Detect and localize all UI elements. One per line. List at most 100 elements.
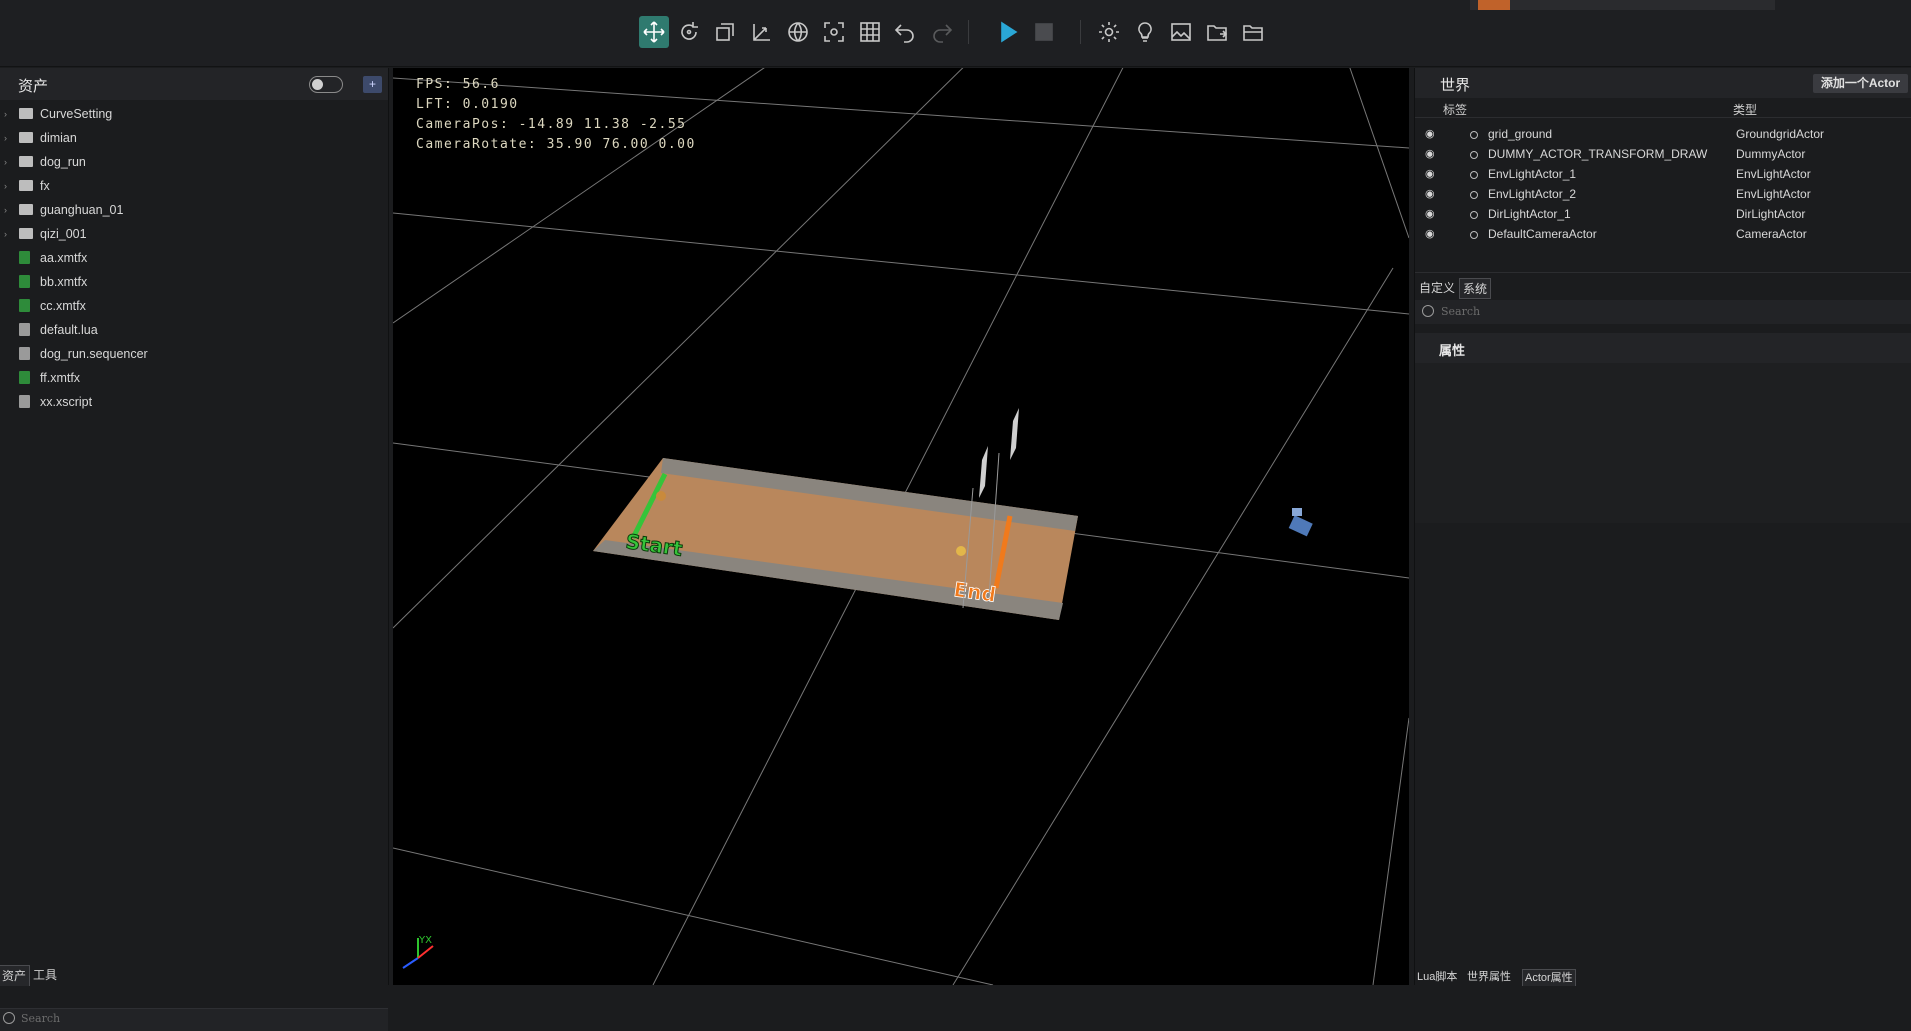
assets-header: 资产 +	[0, 68, 388, 100]
assets-toggle[interactable]	[309, 76, 343, 93]
col-tag[interactable]: 标签	[1443, 101, 1467, 118]
actor-type: EnvLightActor	[1736, 167, 1811, 181]
actor-dot-icon	[1470, 151, 1478, 159]
actor-type: GroundgridActor	[1736, 127, 1825, 141]
scene-viewport[interactable]: Start End YX FPS: 56.6 LFT: 0.0190 Camer…	[393, 68, 1409, 985]
actor-name: EnvLightActor_2	[1488, 187, 1577, 201]
play-icon[interactable]	[993, 16, 1023, 48]
globe-icon[interactable]	[783, 16, 813, 48]
property-search-placeholder: Search	[1441, 305, 1481, 318]
actor-type: EnvLightActor	[1736, 187, 1811, 201]
assets-panel: 资产 + › CurveSetting › dimian › dog_run › fx › gua…	[0, 68, 389, 1031]
move-icon[interactable]	[639, 16, 669, 48]
asset-label: dog_run	[40, 155, 86, 169]
actor-dot-icon	[1470, 211, 1478, 219]
actor-row[interactable]: ◉ DirLightActor_1 DirLightActor	[1415, 204, 1911, 224]
tab-lua-script[interactable]: Lua脚本	[1415, 969, 1459, 985]
asset-label: bb.xmtfx	[40, 275, 88, 289]
tab-world-properties[interactable]: 世界属性	[1465, 969, 1513, 985]
asset-folder[interactable]: › qizi_001	[0, 222, 388, 246]
eye-icon[interactable]: ◉	[1425, 184, 1435, 204]
folder-export-icon[interactable]	[1202, 16, 1232, 48]
asset-file[interactable]: cc.xmtfx	[0, 294, 388, 318]
asset-label: cc.xmtfx	[40, 299, 86, 313]
asset-file[interactable]: bb.xmtfx	[0, 270, 388, 294]
grid-snap-icon[interactable]	[855, 16, 885, 48]
preview-thumbnail	[1470, 0, 1775, 10]
asset-file[interactable]: dog_run.sequencer	[0, 342, 388, 366]
axis-gizmo-label: YX	[418, 935, 432, 946]
scale-icon[interactable]	[710, 16, 740, 48]
chevron-right-icon[interactable]: ›	[4, 102, 7, 126]
tab-assets[interactable]: 资产	[0, 965, 31, 986]
axis-icon[interactable]	[747, 16, 777, 48]
property-filter-tabs: 自定义 系统	[1415, 272, 1911, 299]
actor-name: EnvLightActor_1	[1488, 167, 1577, 181]
actor-dot-icon	[1470, 131, 1478, 139]
asset-label: ff.xmtfx	[40, 371, 81, 385]
tab-actor-properties[interactable]: Actor属性	[1522, 969, 1576, 986]
eye-icon[interactable]: ◉	[1425, 144, 1435, 164]
asset-folder[interactable]: › guanghuan_01	[0, 198, 388, 222]
asset-search-placeholder: Search	[21, 1012, 61, 1025]
eye-icon[interactable]: ◉	[1425, 224, 1435, 244]
asset-folder[interactable]: › dog_run	[0, 150, 388, 174]
light-bulb-icon[interactable]	[1130, 16, 1160, 48]
eye-icon[interactable]: ◉	[1425, 124, 1435, 144]
redo-icon[interactable]	[927, 16, 957, 48]
property-search[interactable]: Search	[1415, 300, 1911, 324]
file-icon	[19, 323, 30, 336]
actor-row[interactable]: ◉ DefaultCameraActor CameraActor	[1415, 224, 1911, 244]
actor-row[interactable]: ◉ EnvLightActor_1 EnvLightActor	[1415, 164, 1911, 184]
asset-file[interactable]: xx.xscript	[0, 390, 388, 414]
folder-open-icon[interactable]	[1238, 16, 1268, 48]
chevron-right-icon[interactable]: ›	[4, 150, 7, 174]
tab-custom[interactable]: 自定义	[1416, 278, 1458, 297]
col-type[interactable]: 类型	[1733, 101, 1757, 118]
asset-label: dimian	[40, 131, 77, 145]
properties-title: 属性	[1439, 343, 1466, 358]
tab-tools[interactable]: 工具	[30, 965, 60, 985]
actor-row[interactable]: ◉ DUMMY_ACTOR_TRANSFORM_DRAW DummyActor	[1415, 144, 1911, 164]
actor-type: DirLightActor	[1736, 207, 1806, 221]
fps-readout: FPS: 56.6	[416, 77, 500, 92]
folder-icon	[19, 204, 33, 215]
stop-icon[interactable]	[1029, 16, 1059, 48]
asset-label: qizi_001	[40, 227, 87, 241]
undo-icon[interactable]	[890, 16, 920, 48]
file-icon	[19, 275, 30, 288]
camera-pos-readout: CameraPos: -14.89 11.38 -2.55	[416, 117, 687, 132]
asset-file[interactable]: aa.xmtfx	[0, 246, 388, 270]
file-icon	[19, 299, 30, 312]
asset-folder[interactable]: › CurveSetting	[0, 102, 388, 126]
chevron-right-icon[interactable]: ›	[4, 198, 7, 222]
rotate-icon[interactable]	[674, 16, 704, 48]
settings-icon[interactable]	[1094, 16, 1124, 48]
chevron-right-icon[interactable]: ›	[4, 174, 7, 198]
add-asset-button[interactable]: +	[363, 76, 382, 93]
properties-lower-area	[1415, 525, 1911, 980]
image-chart-icon[interactable]	[1166, 16, 1196, 48]
asset-label: guanghuan_01	[40, 203, 124, 217]
actor-row[interactable]: ◉ grid_ground GroundgridActor	[1415, 124, 1911, 144]
asset-file[interactable]: default.lua	[0, 318, 388, 342]
folder-icon	[19, 180, 33, 191]
eye-icon[interactable]: ◉	[1425, 164, 1435, 184]
actor-row[interactable]: ◉ EnvLightActor_2 EnvLightActor	[1415, 184, 1911, 204]
focus-icon[interactable]	[819, 16, 849, 48]
tab-system[interactable]: 系统	[1459, 278, 1492, 299]
folder-icon	[19, 132, 33, 143]
asset-file[interactable]: ff.xmtfx	[0, 366, 388, 390]
asset-label: dog_run.sequencer	[40, 347, 148, 361]
assets-title: 资产	[18, 78, 49, 95]
asset-label: default.lua	[40, 323, 98, 337]
chevron-right-icon[interactable]: ›	[4, 126, 7, 150]
chevron-right-icon[interactable]: ›	[4, 222, 7, 246]
asset-folder[interactable]: › dimian	[0, 126, 388, 150]
asset-search[interactable]: Search	[0, 1008, 388, 1031]
add-actor-button[interactable]: 添加一个Actor	[1813, 74, 1908, 93]
eye-icon[interactable]: ◉	[1425, 204, 1435, 224]
actor-name: DUMMY_ACTOR_TRANSFORM_DRAW	[1488, 147, 1708, 161]
lft-readout: LFT: 0.0190	[416, 97, 519, 112]
asset-folder[interactable]: › fx	[0, 174, 388, 198]
